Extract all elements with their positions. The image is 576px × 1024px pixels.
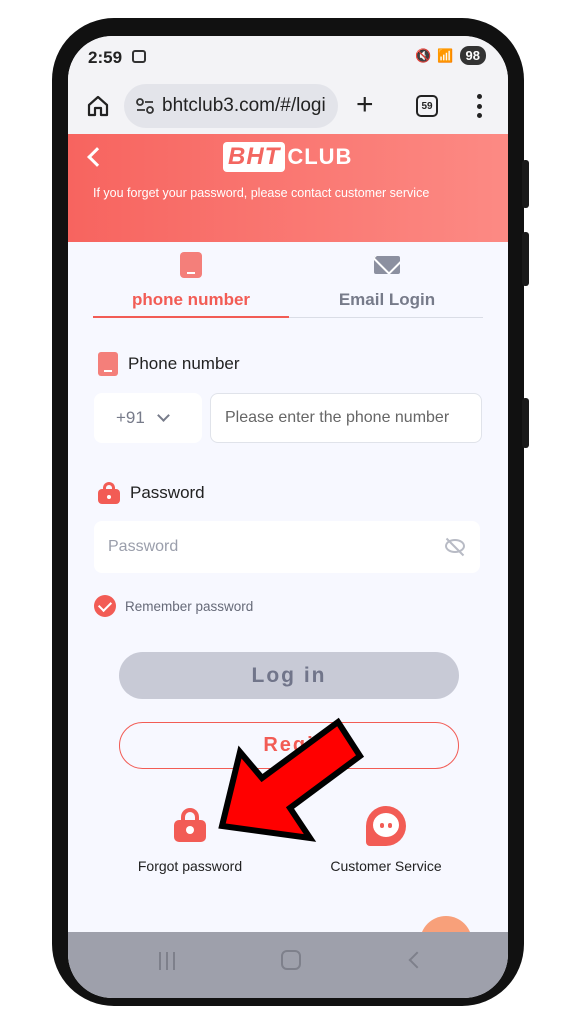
header-notice: If you forget your password, please cont… xyxy=(93,186,430,200)
url-text: bhtclub3.com/#/logi xyxy=(162,95,326,116)
eye-off-icon[interactable] xyxy=(445,539,465,553)
password-section-label: Password xyxy=(98,482,205,504)
logo-club: CLUB xyxy=(287,144,353,169)
tab-phone-number[interactable]: phone number xyxy=(93,250,289,318)
chevron-down-icon xyxy=(156,409,170,422)
home-button-icon[interactable] xyxy=(281,950,301,970)
country-code-select[interactable]: +91 xyxy=(94,393,202,443)
battery-badge: 98 xyxy=(459,46,486,65)
url-bar[interactable]: bhtclub3.com/#/logi xyxy=(124,84,338,128)
lock-icon xyxy=(98,482,120,504)
back-arrow-icon[interactable] xyxy=(87,147,107,167)
password-label-text: Password xyxy=(130,483,205,502)
tab-switcher-button[interactable]: 59 xyxy=(416,95,438,117)
phone-icon xyxy=(180,252,202,278)
forgot-password-label: Forgot password xyxy=(137,858,243,874)
browser-toolbar: bhtclub3.com/#/logi + 59 xyxy=(68,80,508,134)
side-button-top xyxy=(522,160,529,208)
screen: 2:59 🔇 📶 98 bhtclub3.com/#/logi + 59 BHT… xyxy=(68,36,508,998)
country-code-value: +91 xyxy=(116,408,145,427)
tab-email-login[interactable]: Email Login xyxy=(289,250,485,318)
phone-input[interactable] xyxy=(210,393,482,443)
site-settings-icon[interactable] xyxy=(136,98,154,114)
tab-email-label: Email Login xyxy=(338,290,436,309)
back-icon[interactable] xyxy=(408,951,426,969)
lock-icon xyxy=(174,808,206,842)
tab-divider xyxy=(289,317,483,318)
phone-icon xyxy=(98,352,118,376)
home-icon[interactable] xyxy=(86,94,110,118)
wifi-icon: 📶 xyxy=(437,47,454,63)
side-button-bottom xyxy=(522,398,529,448)
status-time: 2:59 xyxy=(88,48,123,67)
new-tab-button[interactable]: + xyxy=(356,90,374,120)
status-bar: 2:59 🔇 📶 98 xyxy=(68,36,508,80)
phone-label-text: Phone number xyxy=(128,354,240,373)
register-button[interactable]: Regi xyxy=(119,722,459,769)
header-banner: BHT CLUB If you forget your password, pl… xyxy=(68,134,508,242)
mail-icon xyxy=(374,256,400,274)
chat-bubble-icon xyxy=(366,806,406,846)
remember-label: Remember password xyxy=(125,598,254,614)
side-button-middle xyxy=(522,232,529,286)
active-tab-underline xyxy=(93,316,289,318)
customer-service-label: Customer Service xyxy=(330,858,442,874)
tab-phone-label: phone number xyxy=(131,290,251,309)
status-right: 🔇 📶 98 xyxy=(415,46,486,65)
phone-section-label: Phone number xyxy=(98,352,240,376)
brand-logo: BHT CLUB xyxy=(223,142,352,172)
password-input[interactable] xyxy=(94,521,480,573)
android-nav-bar xyxy=(68,932,508,998)
recent-apps-icon[interactable] xyxy=(159,952,175,970)
login-button[interactable]: Log in xyxy=(119,652,459,699)
logo-bht: BHT xyxy=(223,142,286,172)
screenshot-icon xyxy=(132,50,146,63)
menu-button[interactable] xyxy=(476,94,482,118)
remember-password[interactable]: Remember password xyxy=(94,595,253,617)
check-circle-icon[interactable] xyxy=(94,595,116,617)
mute-icon: 🔇 xyxy=(415,47,432,63)
